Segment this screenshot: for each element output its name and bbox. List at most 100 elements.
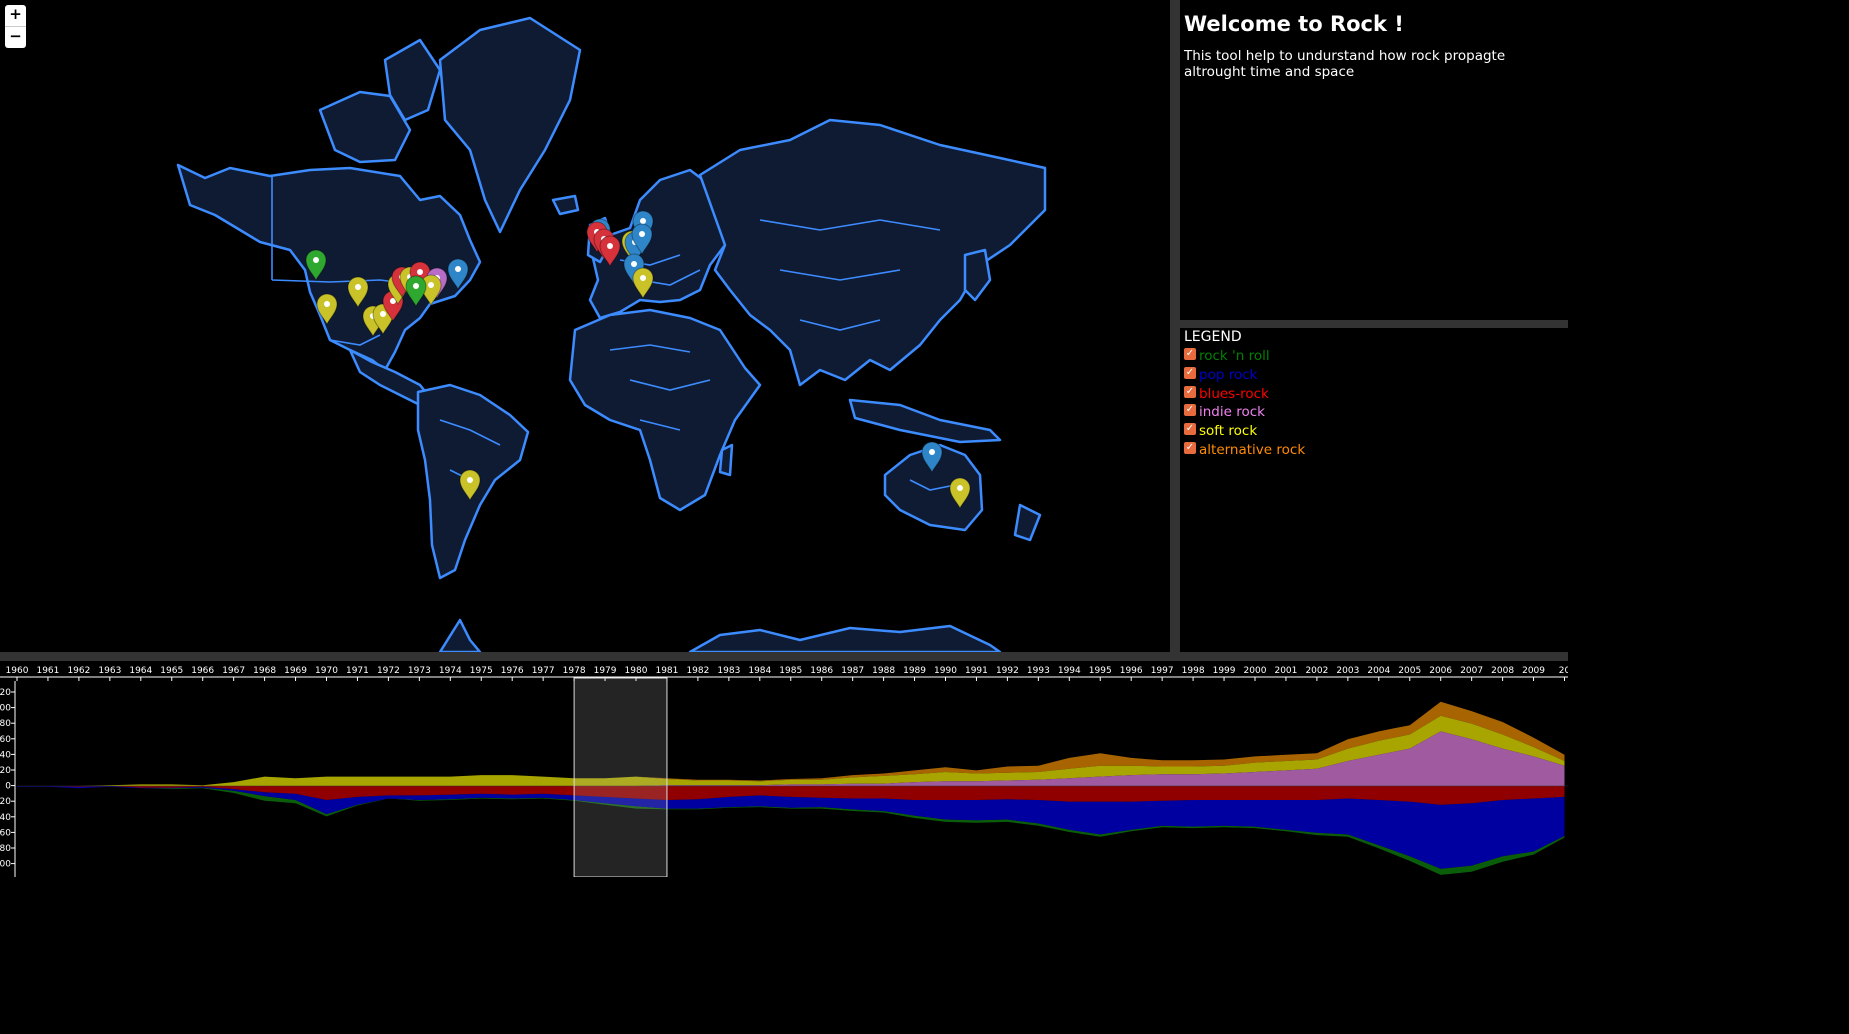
year-tick-label: 1988 (872, 666, 895, 676)
year-tick-label: 1961 (36, 666, 59, 676)
horizontal-splitter[interactable] (0, 652, 1568, 661)
year-tick-label: 1984 (748, 666, 771, 676)
year-tick-label: 2002 (1305, 666, 1328, 676)
year-tick-label: 1964 (129, 666, 152, 676)
year-tick-label: 1999 (1213, 666, 1236, 676)
panel-splitter[interactable] (1180, 320, 1568, 328)
legend-item-soft-rock[interactable]: ✓ soft rock (1184, 422, 1564, 441)
year-tick-label: 1995 (1089, 666, 1112, 676)
iceland (551, 194, 580, 216)
year-tick-label: 1998 (1182, 666, 1205, 676)
value-tick-label: 20 (0, 766, 11, 776)
year-tick-label: 1973 (408, 666, 431, 676)
timeline-panel[interactable]: 1960 1961 1962 1963 1964 1965 1966 1967 1968 1969… (0, 661, 1568, 877)
year-tick-label: 1965 (160, 666, 183, 676)
value-tick-label: 20 (0, 688, 11, 698)
value-tick-label: 0 (5, 782, 11, 792)
legend-item-indie-rock[interactable]: ✓ indie rock (1184, 403, 1564, 422)
year-tick-label: 1989 (903, 666, 926, 676)
year-tick-label: 2005 (1398, 666, 1421, 676)
year-tick-label: 1985 (779, 666, 802, 676)
year-tick-label: 20 (1559, 666, 1568, 676)
checkbox-icon[interactable]: ✓ (1184, 385, 1196, 398)
world-map[interactable]: + − (0, 0, 1170, 652)
checkbox-icon[interactable]: ✓ (1184, 423, 1196, 436)
year-tick-label: 1993 (1027, 666, 1050, 676)
value-tick-label: 00 (0, 704, 11, 714)
info-panel: Welcome to Rock ! This tool help to undu… (1184, 12, 1564, 80)
year-tick-label: 1976 (501, 666, 524, 676)
year-tick-label: 1991 (965, 666, 988, 676)
year-tick-label: 2008 (1491, 666, 1514, 676)
value-tick-label: 00 (0, 860, 11, 870)
year-tick-label: 1974 (439, 666, 462, 676)
value-tick-label: 40 (0, 750, 11, 760)
legend-item-pop-rock[interactable]: ✓ pop rock (1184, 366, 1564, 385)
time-brush-selection[interactable] (573, 677, 668, 877)
year-tick-label: 2000 (1244, 666, 1267, 676)
checkbox-icon[interactable]: ✓ (1184, 367, 1196, 380)
checkbox-icon[interactable]: ✓ (1184, 348, 1196, 361)
year-tick-label: 1979 (594, 666, 617, 676)
africa-landmass (568, 308, 762, 512)
year-tick-label: 1963 (98, 666, 121, 676)
year-tick-label: 1975 (470, 666, 493, 676)
value-tick-label: 60 (0, 828, 11, 838)
value-tick-label: 80 (0, 844, 11, 854)
year-tick-label: 1994 (1058, 666, 1081, 676)
year-tick-label: 1986 (810, 666, 833, 676)
legend-title: LEGEND (1184, 329, 1242, 345)
legend-item-blues-rock[interactable]: ✓ blues-rock (1184, 384, 1564, 403)
year-tick-label: 1997 (1151, 666, 1174, 676)
description-text: This tool help to undurstand how rock pr… (1184, 48, 1506, 80)
year-tick-label: 1969 (284, 666, 307, 676)
legend-label: alternative rock (1199, 441, 1306, 458)
year-tick-label: 1992 (996, 666, 1019, 676)
indonesia (848, 398, 1002, 444)
page-title: Welcome to Rock ! (1184, 12, 1404, 36)
year-tick-label: 1982 (686, 666, 709, 676)
new-zealand (1013, 503, 1042, 542)
year-tick-label: 2006 (1429, 666, 1452, 676)
year-tick-label: 2007 (1460, 666, 1483, 676)
year-tick-label: 1990 (934, 666, 957, 676)
japan (963, 248, 992, 302)
year-tick-label: 1968 (253, 666, 276, 676)
madagascar (718, 443, 734, 477)
year-tick-label: 1972 (377, 666, 400, 676)
vertical-splitter[interactable] (1170, 0, 1180, 652)
year-tick-label: 1981 (655, 666, 678, 676)
asia-landmass (698, 118, 1047, 387)
year-tick-label: 1971 (346, 666, 369, 676)
legend-label: soft rock (1199, 423, 1258, 440)
antarctica-edge (438, 618, 1002, 652)
year-tick-label: 1987 (841, 666, 864, 676)
value-tick-label: 20 (0, 797, 11, 807)
year-tick-label: 2004 (1367, 666, 1390, 676)
legend-item-alternative-rock[interactable]: ✓ alternative rock (1184, 440, 1564, 459)
checkbox-icon[interactable]: ✓ (1184, 441, 1196, 454)
year-tick-label: 1970 (315, 666, 338, 676)
year-tick-label: 1996 (1120, 666, 1143, 676)
map-canvas[interactable] (0, 0, 1170, 652)
year-tick-label: 1960 (6, 666, 29, 676)
legend-label: rock 'n roll (1199, 348, 1270, 365)
year-tick-label: 1966 (191, 666, 214, 676)
zoom-control: + − (5, 5, 26, 48)
zoom-in-button[interactable]: + (5, 5, 26, 26)
legend-label: pop rock (1199, 367, 1258, 384)
year-tick-label: 2003 (1336, 666, 1359, 676)
north-america-landmass (176, 163, 482, 372)
year-tick-label: 1967 (222, 666, 245, 676)
legend-panel: LEGEND ✓ rock 'n roll ✓ pop rock ✓ blues… (1184, 328, 1564, 459)
value-tick-label: 80 (0, 719, 11, 729)
value-axis: 20 00 80 60 40 20 0 20 40 60 80 00 (0, 681, 16, 877)
legend-item-rock-n-roll[interactable]: ✓ rock 'n roll (1184, 347, 1564, 366)
checkbox-icon[interactable]: ✓ (1184, 404, 1196, 417)
year-tick-label: 1978 (563, 666, 586, 676)
legend-label: indie rock (1199, 404, 1265, 421)
stream-areas (17, 701, 1568, 875)
value-tick-label: 40 (0, 813, 11, 823)
timeline-chart[interactable]: 1960 1961 1962 1963 1964 1965 1966 1967 1968 1969… (0, 661, 1568, 877)
zoom-out-button[interactable]: − (5, 26, 26, 48)
